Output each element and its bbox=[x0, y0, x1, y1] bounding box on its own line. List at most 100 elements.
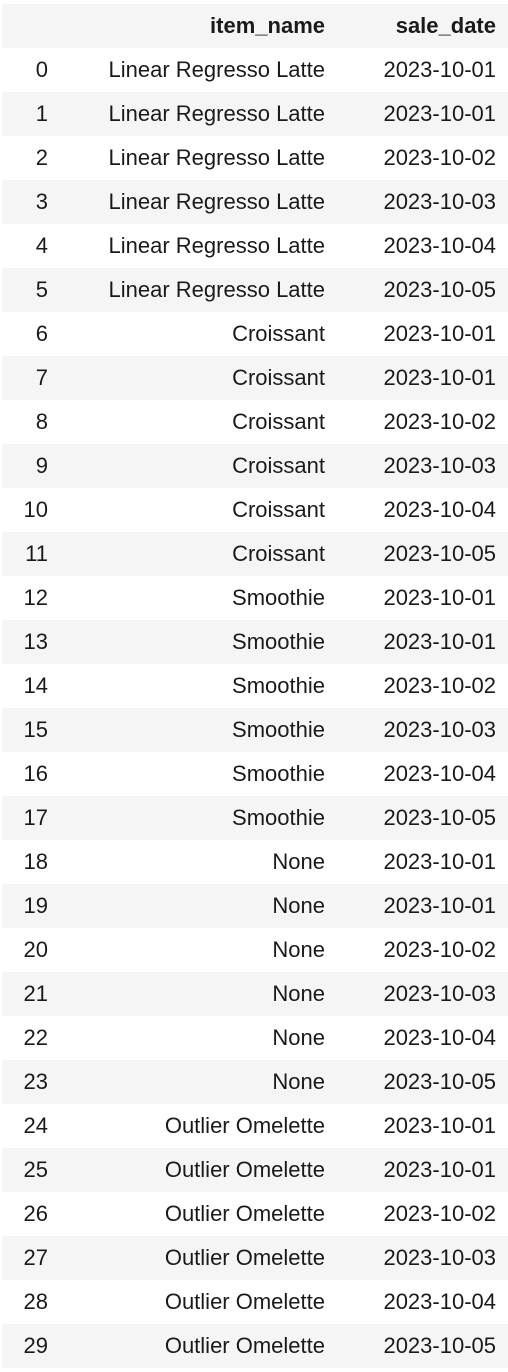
item-name-cell: Outlier Omelette bbox=[164, 1333, 325, 1358]
table-row: 15 Smoothie 2023-10-03 bbox=[2, 708, 508, 752]
row-index: 5 bbox=[35, 277, 48, 302]
row-index: 17 bbox=[23, 805, 48, 830]
sale-date-cell: 2023-10-01 bbox=[383, 1113, 496, 1138]
row-index: 28 bbox=[23, 1289, 48, 1314]
sale-date-cell: 2023-10-04 bbox=[383, 1289, 496, 1314]
sale-date-cell: 2023-10-03 bbox=[383, 453, 496, 478]
item-name-cell: Linear Regresso Latte bbox=[108, 233, 325, 258]
table-row: 22 None 2023-10-04 bbox=[2, 1016, 508, 1060]
sale-date-cell: 2023-10-02 bbox=[383, 145, 496, 170]
dataframe-container: item_name sale_date 0 Linear Regresso Lat… bbox=[2, 4, 508, 1368]
item-name-cell: None bbox=[272, 937, 325, 962]
table-row: 27 Outlier Omelette 2023-10-03 bbox=[2, 1236, 508, 1280]
row-index: 3 bbox=[35, 189, 48, 214]
item-name-cell: Linear Regresso Latte bbox=[108, 277, 325, 302]
row-index: 0 bbox=[35, 57, 48, 82]
table-row: 17 Smoothie 2023-10-05 bbox=[2, 796, 508, 840]
table-row: 13 Smoothie 2023-10-01 bbox=[2, 620, 508, 664]
table-row: 12 Smoothie 2023-10-01 bbox=[2, 576, 508, 620]
sale-date-cell: 2023-10-03 bbox=[383, 981, 496, 1006]
row-index: 8 bbox=[35, 409, 48, 434]
item-name-cell: Linear Regresso Latte bbox=[108, 57, 325, 82]
item-name-cell: Outlier Omelette bbox=[164, 1245, 325, 1270]
table-row: 4 Linear Regresso Latte 2023-10-04 bbox=[2, 224, 508, 268]
sale-date-cell: 2023-10-03 bbox=[383, 189, 496, 214]
table-header: item_name sale_date bbox=[2, 4, 508, 48]
table-row: 19 None 2023-10-01 bbox=[2, 884, 508, 928]
item-name-cell: None bbox=[272, 981, 325, 1006]
sale-date-cell: 2023-10-05 bbox=[383, 541, 496, 566]
table-row: 6 Croissant 2023-10-01 bbox=[2, 312, 508, 356]
row-index: 4 bbox=[35, 233, 48, 258]
row-index: 19 bbox=[23, 893, 48, 918]
row-index: 13 bbox=[23, 629, 48, 654]
item-name-cell: Outlier Omelette bbox=[164, 1157, 325, 1182]
table-row: 20 None 2023-10-02 bbox=[2, 928, 508, 972]
row-index: 2 bbox=[35, 145, 48, 170]
row-index: 6 bbox=[35, 321, 48, 346]
table-row: 1 Linear Regresso Latte 2023-10-01 bbox=[2, 92, 508, 136]
table-row: 16 Smoothie 2023-10-04 bbox=[2, 752, 508, 796]
row-index: 15 bbox=[23, 717, 48, 742]
row-index: 1 bbox=[35, 101, 48, 126]
item-name-cell: None bbox=[272, 1069, 325, 1094]
item-name-cell: Croissant bbox=[232, 453, 325, 478]
item-name-cell: Croissant bbox=[232, 321, 325, 346]
item-name-cell: Linear Regresso Latte bbox=[108, 145, 325, 170]
item-name-cell: None bbox=[272, 1025, 325, 1050]
table-row: 28 Outlier Omelette 2023-10-04 bbox=[2, 1280, 508, 1324]
table-row: 29 Outlier Omelette 2023-10-05 bbox=[2, 1324, 508, 1368]
sale-date-cell: 2023-10-01 bbox=[383, 101, 496, 126]
sale-date-cell: 2023-10-02 bbox=[383, 409, 496, 434]
sale-date-cell: 2023-10-01 bbox=[383, 57, 496, 82]
sale-date-column-header: sale_date bbox=[337, 4, 508, 48]
item-name-cell: Outlier Omelette bbox=[164, 1113, 325, 1138]
sale-date-cell: 2023-10-03 bbox=[383, 717, 496, 742]
sale-date-cell: 2023-10-01 bbox=[383, 585, 496, 610]
item-name-cell: None bbox=[272, 849, 325, 874]
row-index: 23 bbox=[23, 1069, 48, 1094]
table-row: 25 Outlier Omelette 2023-10-01 bbox=[2, 1148, 508, 1192]
row-index: 14 bbox=[23, 673, 48, 698]
index-column-header bbox=[2, 4, 60, 48]
table-body: 0 Linear Regresso Latte 2023-10-01 1 Linear … bbox=[2, 48, 508, 1368]
item-name-cell: Outlier Omelette bbox=[164, 1289, 325, 1314]
table-row: 2 Linear Regresso Latte 2023-10-02 bbox=[2, 136, 508, 180]
table-row: 8 Croissant 2023-10-02 bbox=[2, 400, 508, 444]
sale-date-cell: 2023-10-01 bbox=[383, 893, 496, 918]
table-row: 10 Croissant 2023-10-04 bbox=[2, 488, 508, 532]
table-row: 9 Croissant 2023-10-03 bbox=[2, 444, 508, 488]
sale-date-cell: 2023-10-04 bbox=[383, 497, 496, 522]
row-index: 22 bbox=[23, 1025, 48, 1050]
item-name-cell: Linear Regresso Latte bbox=[108, 101, 325, 126]
row-index: 11 bbox=[25, 541, 48, 566]
sale-date-cell: 2023-10-04 bbox=[383, 1025, 496, 1050]
row-index: 16 bbox=[23, 761, 48, 786]
item-name-cell: Croissant bbox=[232, 497, 325, 522]
sale-date-cell: 2023-10-05 bbox=[383, 1069, 496, 1094]
item-name-cell: Smoothie bbox=[232, 717, 325, 742]
table-row: 18 None 2023-10-01 bbox=[2, 840, 508, 884]
table-row: 26 Outlier Omelette 2023-10-02 bbox=[2, 1192, 508, 1236]
sale-date-cell: 2023-10-01 bbox=[383, 365, 496, 390]
row-index: 25 bbox=[23, 1157, 48, 1182]
header-row: item_name sale_date bbox=[2, 4, 508, 48]
item-name-cell: Smoothie bbox=[232, 629, 325, 654]
sale-date-cell: 2023-10-01 bbox=[383, 1157, 496, 1182]
item-name-cell: Smoothie bbox=[232, 805, 325, 830]
table-row: 23 None 2023-10-05 bbox=[2, 1060, 508, 1104]
row-index: 21 bbox=[23, 981, 48, 1006]
table-row: 7 Croissant 2023-10-01 bbox=[2, 356, 508, 400]
table-row: 24 Outlier Omelette 2023-10-01 bbox=[2, 1104, 508, 1148]
item-name-cell: Outlier Omelette bbox=[164, 1201, 325, 1226]
item-name-cell: Smoothie bbox=[232, 673, 325, 698]
table-row: 3 Linear Regresso Latte 2023-10-03 bbox=[2, 180, 508, 224]
sale-date-cell: 2023-10-01 bbox=[383, 849, 496, 874]
row-index: 12 bbox=[23, 585, 48, 610]
sale-date-cell: 2023-10-03 bbox=[383, 1245, 496, 1270]
sale-date-cell: 2023-10-02 bbox=[383, 673, 496, 698]
sale-date-cell: 2023-10-04 bbox=[383, 761, 496, 786]
item-name-cell: Smoothie bbox=[232, 585, 325, 610]
item-name-cell: Croissant bbox=[232, 409, 325, 434]
item-name-cell: Smoothie bbox=[232, 761, 325, 786]
